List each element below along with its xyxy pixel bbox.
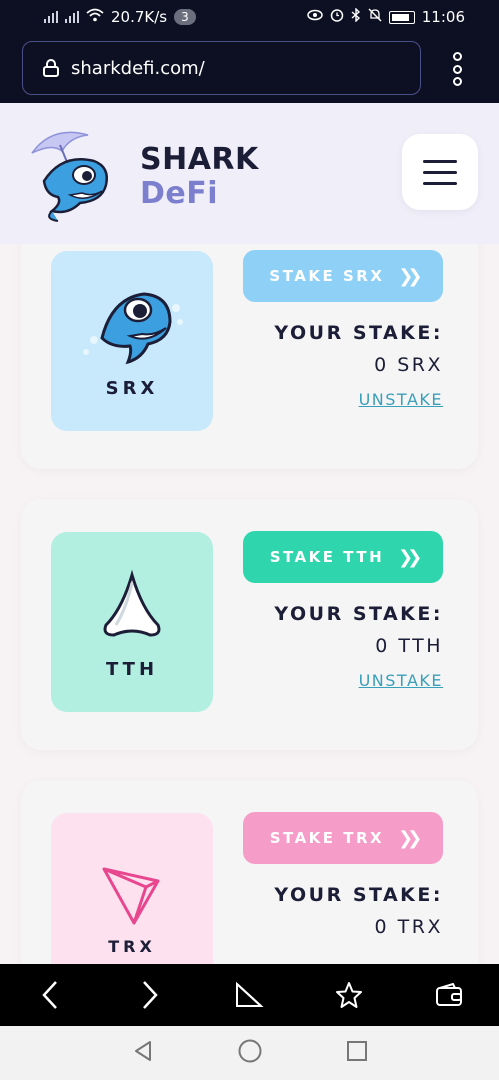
recents-square-icon[interactable] [346,1040,368,1066]
shark-logo[interactable] [22,123,126,227]
battery-icon [388,10,415,24]
more-options-icon[interactable] [451,52,463,86]
brand-line-1: SHARK [140,142,259,177]
eye-icon [307,9,323,25]
back-triangle-icon[interactable] [131,1039,155,1067]
your-stake-value: 0 TRX [374,916,443,938]
shark-token-icon [83,292,183,365]
your-stake-value: 0 SRX [374,354,443,376]
signal-icon [44,11,58,23]
brand-line-2: DeFi [140,176,219,211]
lock-icon [43,59,59,77]
staking-list[interactable]: SRX STAKE SRX ❯❯ YOUR STAKE: 0 SRX UNSTA… [0,244,499,964]
token-tile-srx: SRX [51,251,213,431]
star-icon[interactable] [324,970,374,1020]
wallet-icon[interactable] [424,970,474,1020]
stake-button-label: STAKE TRX [269,829,385,847]
token-symbol: TTH [105,659,159,680]
your-stake-label: YOUR STAKE: [274,322,443,344]
token-tile-tth: TTH [51,532,213,712]
double-chevron-right-icon: ❯❯ [398,827,422,849]
alarm-icon [330,8,344,26]
stake-button-label: STAKE SRX [269,267,385,285]
network-speed: 20.7K/s [111,8,168,26]
mute-icon [368,8,382,26]
stake-button-label: STAKE TTH [269,548,385,566]
site-header: SHARK DeFi [0,103,499,244]
address-bar[interactable]: sharkdefi.com/ [22,41,421,95]
token-tile-trx: TRX [51,813,213,964]
your-stake-value: 0 TTH [375,635,443,657]
unstake-srx-link[interactable]: UNSTAKE [359,390,443,409]
hamburger-menu-button[interactable] [402,134,478,210]
chevron-right-icon[interactable] [125,970,175,1020]
notification-badge: 3 [174,9,196,25]
clock-time: 11:06 [421,8,465,26]
your-stake-label: YOUR STAKE: [274,884,443,906]
double-chevron-right-icon: ❯❯ [398,546,422,568]
hamburger-icon [423,159,457,163]
chevron-left-icon[interactable] [25,970,75,1020]
token-symbol: SRX [105,378,159,399]
stake-srx-button[interactable]: STAKE SRX ❯❯ [243,250,443,302]
system-nav-bar [0,1026,499,1080]
brand-name[interactable]: SHARK DeFi [140,143,259,211]
unstake-tth-link[interactable]: UNSTAKE [359,671,443,690]
browser-bottom-nav [0,964,499,1026]
status-bar: 20.7K/s 3 11:06 [0,0,499,34]
wifi-icon [86,8,104,26]
stake-card-tth: TTH STAKE TTH ❯❯ YOUR STAKE: 0 TTH UNSTA… [21,499,478,750]
double-chevron-right-icon: ❯❯ [398,265,422,287]
home-circle-icon[interactable] [237,1038,263,1068]
your-stake-label: YOUR STAKE: [274,603,443,625]
tabs-icon[interactable] [224,970,274,1020]
signal-icon-2 [65,11,79,23]
url-text: sharkdefi.com/ [71,57,205,79]
browser-toolbar: sharkdefi.com/ [0,34,499,103]
tooth-token-icon [103,569,161,637]
stake-card-srx: SRX STAKE SRX ❯❯ YOUR STAKE: 0 SRX UNSTA… [21,244,478,469]
stake-trx-button[interactable]: STAKE TRX ❯❯ [243,812,443,864]
stake-tth-button[interactable]: STAKE TTH ❯❯ [243,531,443,583]
stake-card-trx: TRX STAKE TRX ❯❯ YOUR STAKE: 0 TRX [21,780,478,964]
token-symbol: TRX [108,937,156,956]
tron-token-icon [102,867,160,925]
bluetooth-icon [351,7,361,26]
